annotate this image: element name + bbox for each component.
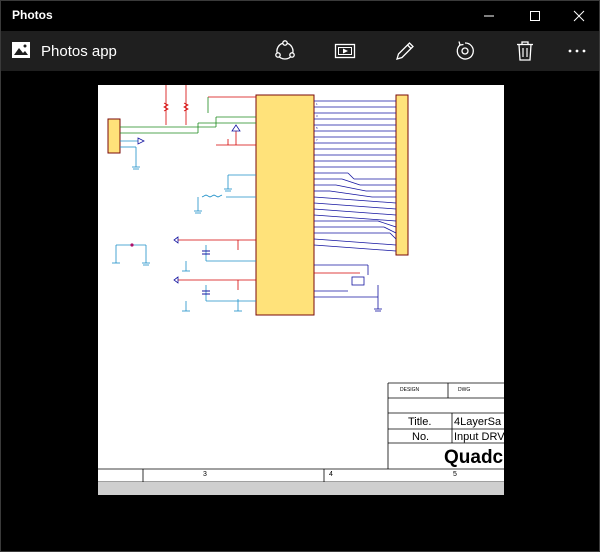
number-label: No. <box>412 431 430 443</box>
photos-app-icon <box>12 42 30 58</box>
more-button[interactable] <box>559 35 595 67</box>
drawn-label: DWG <box>458 387 471 393</box>
slideshow-button[interactable] <box>327 35 363 67</box>
more-icon <box>568 49 586 53</box>
image-viewer: 1 3 5 7 DESIGN DWG Title. 4LayerSa No. Inpu… <box>1 71 599 551</box>
photos-window: Photos Photos app 1 3 5 7 DESIGN DWG Tit… <box>0 0 600 552</box>
svg-text:7: 7 <box>316 138 318 142</box>
maximize-button[interactable] <box>513 1 557 31</box>
app-name: Photos app <box>41 43 117 60</box>
svg-text:5: 5 <box>316 126 318 130</box>
designed-label: DESIGN <box>400 387 420 393</box>
grid-number: 4 <box>329 471 333 478</box>
svg-text:3: 3 <box>316 114 318 118</box>
close-icon <box>573 10 585 22</box>
delete-icon <box>517 41 533 61</box>
edit-button[interactable] <box>387 35 423 67</box>
maximize-icon <box>530 11 540 21</box>
number-value: Input DRV <box>454 431 504 443</box>
schematic-image: 1 3 5 7 DESIGN DWG Title. 4LayerSa No. Inpu… <box>98 85 504 495</box>
title-label: Title. <box>408 416 432 428</box>
rotate-icon <box>456 41 474 60</box>
title-bar: Photos <box>1 1 599 31</box>
svg-text:1: 1 <box>316 102 318 106</box>
edit-icon <box>396 42 414 60</box>
grid-number: 3 <box>203 471 207 478</box>
delete-button[interactable] <box>507 35 543 67</box>
minimize-icon <box>484 15 494 17</box>
app-bar: Photos app <box>1 31 599 71</box>
share-icon <box>275 40 295 60</box>
slideshow-icon <box>334 43 356 59</box>
schematic-drawing: 1 3 5 7 <box>98 85 504 495</box>
title-value: 4LayerSa <box>454 416 502 428</box>
close-button[interactable] <box>557 1 600 31</box>
company-name: Quadc <box>444 447 504 468</box>
window-title: Photos <box>12 8 53 22</box>
share-button[interactable] <box>267 35 303 67</box>
grid-number: 5 <box>453 471 457 478</box>
rotate-button[interactable] <box>447 35 483 67</box>
minimize-button[interactable] <box>467 1 511 31</box>
